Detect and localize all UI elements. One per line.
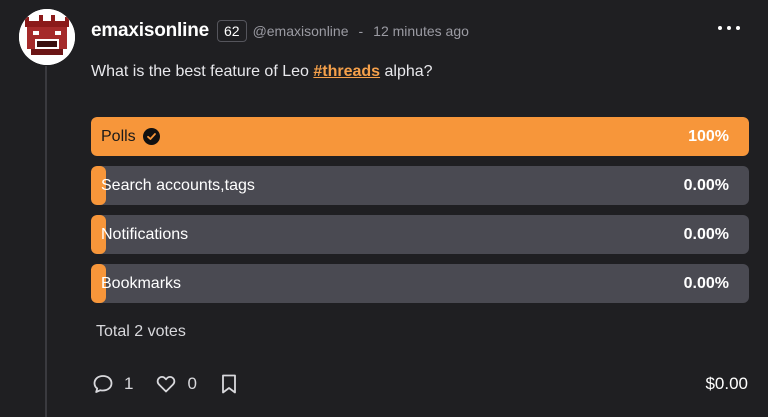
post-header: emaxisonline 62 @emaxisonline - 12 minut…: [91, 17, 469, 45]
poll-option-label: Search accounts,tags: [101, 177, 255, 194]
poll-option-fill: [91, 117, 749, 156]
likes-count: 0: [187, 374, 197, 393]
user-handle[interactable]: @emaxisonline: [253, 23, 349, 39]
username[interactable]: emaxisonline: [91, 20, 209, 42]
poll-option-label-wrap: Bookmarks: [101, 264, 181, 303]
poll-option[interactable]: Notifications 0.00%: [91, 215, 749, 254]
poll-option-percent: 0.00%: [683, 226, 729, 243]
post-payout[interactable]: $0.00: [705, 372, 748, 396]
poll-option-percent: 0.00%: [683, 177, 729, 194]
question-text-prefix: What is the best feature of Leo: [91, 63, 314, 80]
poll-option[interactable]: Polls 100%: [91, 117, 749, 156]
poll: Polls 100% Search accounts,tags 0.00% No…: [91, 117, 749, 313]
total-votes: Total 2 votes: [96, 323, 186, 340]
bookmark-button[interactable]: [219, 373, 239, 395]
more-dots-icon: [718, 26, 722, 30]
comment-button[interactable]: 1: [92, 373, 133, 395]
like-button[interactable]: 0: [155, 373, 197, 395]
poll-option[interactable]: Bookmarks 0.00%: [91, 264, 749, 303]
timestamp[interactable]: 12 minutes ago: [373, 23, 469, 39]
poll-option-label: Bookmarks: [101, 275, 182, 292]
poll-option-label-wrap: Polls: [101, 117, 160, 156]
separator: -: [358, 23, 364, 39]
post-actions: 1 0: [92, 372, 261, 396]
more-options-button[interactable]: [718, 20, 740, 36]
poll-option-percent: 100%: [688, 128, 729, 145]
comment-icon: [93, 375, 113, 393]
thread-post: emaxisonline 62 @emaxisonline - 12 minut…: [0, 0, 768, 417]
reputation-badge: 62: [216, 20, 247, 42]
poll-option-percent: 0.00%: [683, 275, 729, 292]
bookmark-icon: [222, 374, 236, 394]
heart-icon: [157, 375, 176, 393]
thread-connector-line: [45, 66, 47, 417]
poll-option-label: Notifications: [101, 226, 189, 243]
check-circle-icon: [142, 128, 160, 145]
comments-count: 1: [124, 374, 134, 393]
poll-option-label-wrap: Search accounts,tags: [101, 166, 255, 205]
poll-option[interactable]: Search accounts,tags 0.00%: [91, 166, 749, 205]
poll-option-label-wrap: Notifications: [101, 215, 188, 254]
hashtag-link[interactable]: #threads: [313, 63, 380, 80]
avatar[interactable]: [19, 9, 75, 65]
post-question: What is the best feature of Leo #threads…: [91, 63, 433, 81]
question-text-suffix: alpha?: [380, 63, 433, 80]
poll-option-label: Polls: [101, 128, 136, 145]
